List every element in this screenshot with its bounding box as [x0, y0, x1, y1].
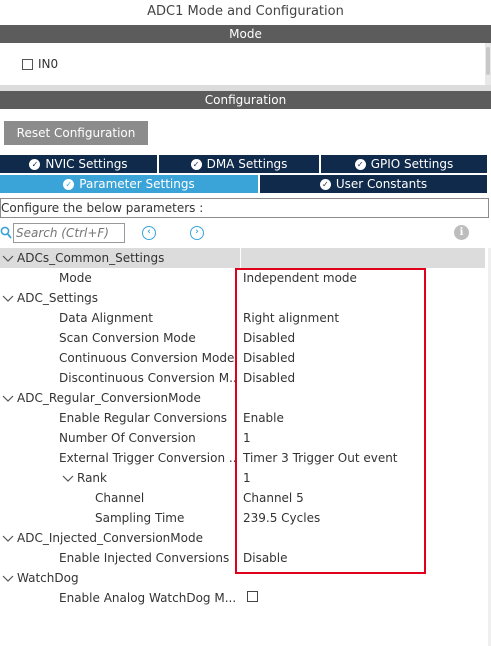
mode-scrollbar[interactable] — [485, 43, 491, 85]
configuration-header: Configuration — [0, 91, 491, 109]
tab-gpio-settings[interactable]: ✓ GPIO Settings — [321, 155, 487, 173]
mode-header: Mode — [0, 25, 491, 43]
tree-row-label: External Trigger Conversion ... — [59, 451, 235, 465]
tree-row[interactable]: Enable Analog WatchDog M... — [0, 588, 485, 608]
reset-configuration-button[interactable]: Reset Configuration — [4, 121, 148, 145]
mode-item-in0[interactable]: IN0 — [22, 57, 58, 71]
window-title: ADC1 Mode and Configuration — [147, 4, 344, 19]
column-divider — [240, 248, 241, 268]
tree-row-label: Continuous Conversion Mode — [59, 351, 235, 365]
tree-row-label: ADC_Settings — [17, 291, 99, 305]
info-icon[interactable]: i — [454, 225, 469, 240]
in0-checkbox[interactable] — [22, 58, 33, 70]
chevron-down-icon[interactable] — [2, 248, 14, 268]
highlight-box — [235, 268, 426, 574]
search-input[interactable] — [13, 223, 125, 243]
tree-row-label: Sampling Time — [95, 511, 185, 525]
tree-row-label: Scan Conversion Mode — [59, 331, 196, 345]
chevron-right-circle-icon[interactable]: › — [190, 226, 204, 240]
check-circle-icon: ✓ — [190, 158, 202, 170]
in0-label: IN0 — [38, 57, 59, 71]
chevron-down-icon[interactable] — [2, 288, 14, 308]
chevron-down-icon[interactable] — [62, 468, 74, 488]
chevron-left-circle-icon[interactable]: ‹ — [142, 226, 156, 240]
tab-dma-settings[interactable]: ✓ DMA Settings — [159, 155, 319, 173]
analog-watchdog-checkbox[interactable] — [247, 591, 258, 602]
check-circle-icon: ✓ — [354, 158, 366, 170]
chevron-down-icon[interactable] — [2, 388, 14, 408]
chevron-down-icon[interactable] — [2, 528, 14, 548]
tab-nvic-settings[interactable]: ✓ NVIC Settings — [0, 155, 157, 173]
tree-row-label: Rank — [77, 471, 107, 485]
tab-parameter-settings[interactable]: ✓ Parameter Settings — [0, 175, 258, 193]
search-icon — [0, 226, 12, 239]
tree-row-label: Mode — [59, 271, 92, 285]
tree-row-label: ADCs_Common_Settings — [17, 251, 165, 265]
tree-row-label: Enable Analog WatchDog M... — [59, 591, 235, 605]
tree-row-label: ADC_Injected_ConversionMode — [17, 531, 203, 545]
tree-row-label: Enable Injected Conversions — [59, 551, 230, 565]
check-circle-icon: ✓ — [29, 158, 41, 170]
mode-panel — [0, 43, 491, 85]
tree-row-label: Data Alignment — [59, 311, 153, 325]
chevron-down-icon[interactable] — [2, 568, 14, 588]
tree-row-label: Discontinuous Conversion M... — [59, 371, 235, 385]
configure-instruction: Configure the below parameters : — [0, 198, 489, 218]
check-circle-icon: ✓ — [319, 178, 331, 190]
tree-row-label: WatchDog — [17, 571, 79, 585]
tree-row[interactable]: ADCs_Common_Settings — [0, 248, 485, 268]
tree-row-label: Number Of Conversion — [59, 431, 196, 445]
check-circle-icon: ✓ — [63, 178, 75, 190]
tab-user-constants[interactable]: ✓ User Constants — [260, 175, 487, 193]
tree-row-label: ADC_Regular_ConversionMode — [17, 391, 201, 405]
tree-row-label: Channel — [95, 491, 145, 505]
tree-row-label: Enable Regular Conversions — [59, 411, 228, 425]
